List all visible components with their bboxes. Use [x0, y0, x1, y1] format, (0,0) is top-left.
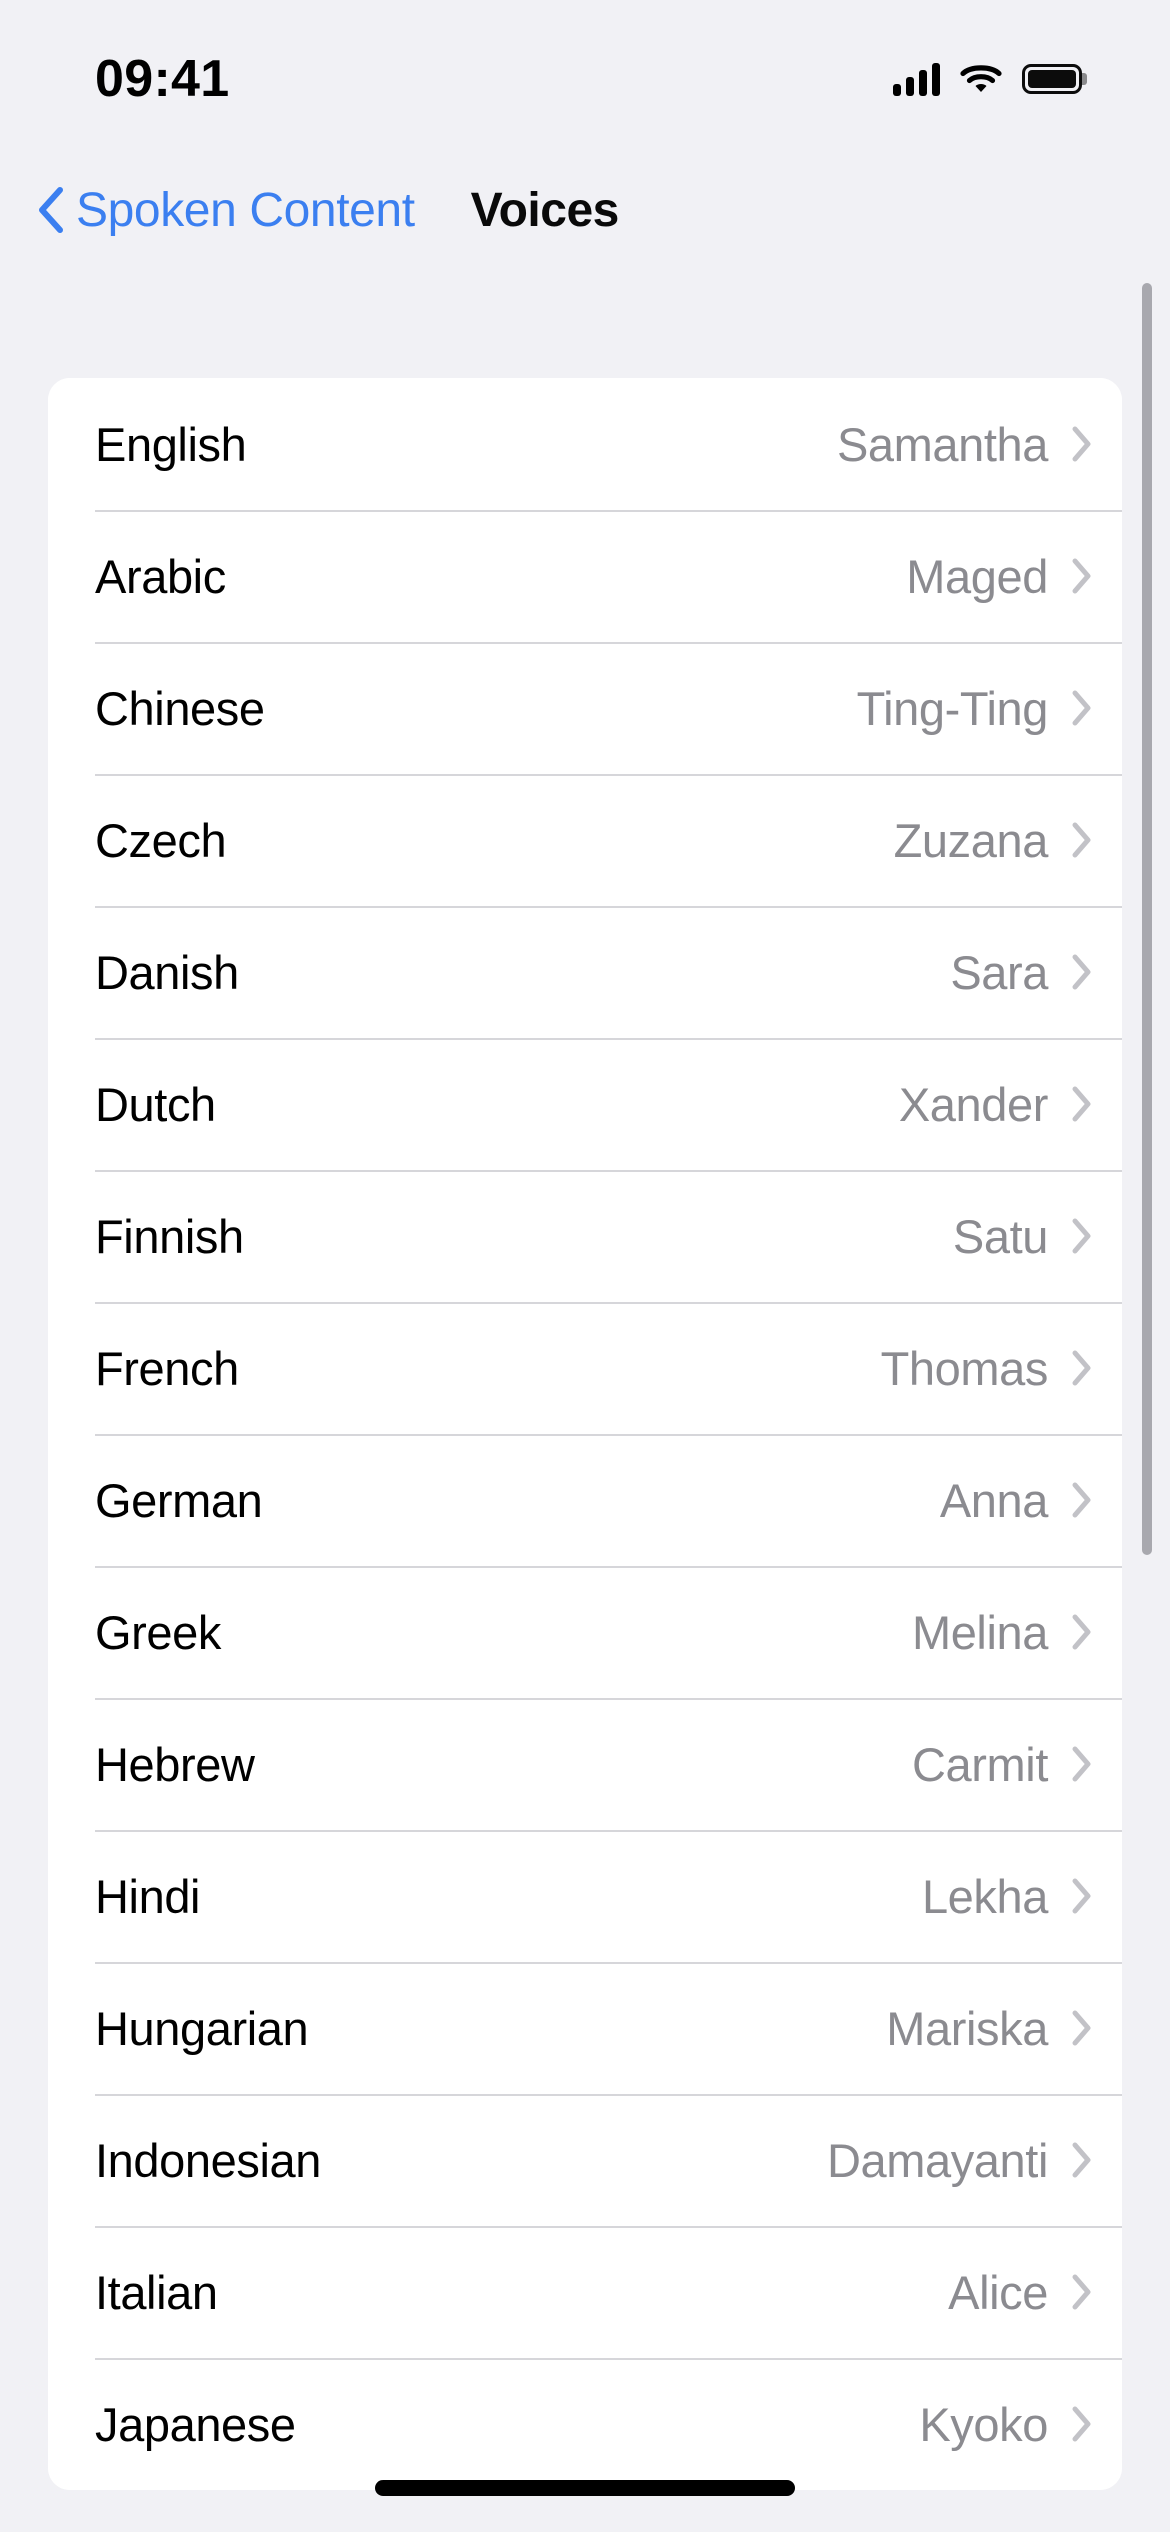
- voice-row-danish[interactable]: Danish Sara: [48, 906, 1122, 1038]
- voice-row-german[interactable]: German Anna: [48, 1434, 1122, 1566]
- voice-row-voice: Kyoko: [919, 2397, 1048, 2451]
- voice-row-hindi[interactable]: Hindi Lekha: [48, 1830, 1122, 1962]
- voice-row-voice: Ting-Ting: [856, 681, 1049, 735]
- voice-row-voice: Samantha: [836, 417, 1048, 471]
- voice-row-language: Finnish: [95, 1209, 244, 1263]
- chevron-right-icon: [1072, 2274, 1092, 2310]
- voice-row-language: Indonesian: [95, 2133, 321, 2187]
- voice-row-language: English: [95, 417, 247, 471]
- voice-row-language: Chinese: [95, 681, 265, 735]
- vertical-scrollbar[interactable]: [1142, 283, 1152, 1555]
- chevron-right-icon: [1072, 1878, 1092, 1914]
- voice-row-hebrew[interactable]: Hebrew Carmit: [48, 1698, 1122, 1830]
- voice-row-greek[interactable]: Greek Melina: [48, 1566, 1122, 1698]
- voice-row-finnish[interactable]: Finnish Satu: [48, 1170, 1122, 1302]
- battery-full-icon: [1022, 64, 1082, 94]
- home-indicator-area: [0, 2462, 1170, 2532]
- voice-row-english[interactable]: English Samantha: [48, 378, 1122, 510]
- status-bar: 09:41: [0, 0, 1170, 140]
- voice-row-dutch[interactable]: Dutch Xander: [48, 1038, 1122, 1170]
- chevron-right-icon: [1072, 822, 1092, 858]
- chevron-right-icon: [1072, 426, 1092, 462]
- voice-row-voice: Xander: [898, 1077, 1049, 1131]
- voice-row-language: Czech: [95, 813, 227, 867]
- voice-row-voice: Melina: [911, 1605, 1048, 1659]
- voice-row-arabic[interactable]: Arabic Maged: [48, 510, 1122, 642]
- voice-row-voice: Sara: [950, 945, 1048, 999]
- status-bar-time: 09:41: [95, 50, 230, 108]
- page-title: Voices: [470, 183, 620, 237]
- voice-row-voice: Damayanti: [826, 2133, 1048, 2187]
- voice-row-language: Japanese: [95, 2397, 296, 2451]
- voice-row-language: German: [95, 1473, 263, 1527]
- voice-row-voice: Zuzana: [893, 813, 1049, 867]
- wifi-icon: [960, 63, 1002, 95]
- voices-list: English Samantha Arabic Maged Chinese Ting-Ti…: [48, 378, 1122, 2490]
- back-button[interactable]: Spoken Content: [28, 183, 425, 238]
- chevron-left-icon: [38, 187, 64, 233]
- chevron-right-icon: [1072, 2010, 1092, 2046]
- chevron-right-icon: [1072, 2406, 1092, 2442]
- chevron-right-icon: [1072, 1350, 1092, 1386]
- home-indicator[interactable]: [375, 2480, 795, 2496]
- voice-row-language: French: [95, 1341, 239, 1395]
- voice-row-hungarian[interactable]: Hungarian Mariska: [48, 1962, 1122, 2094]
- voice-row-voice: Satu: [952, 1209, 1048, 1263]
- chevron-right-icon: [1072, 1746, 1092, 1782]
- voice-row-language: Hindi: [95, 1869, 201, 1923]
- voice-row-voice: Maged: [906, 549, 1048, 603]
- chevron-right-icon: [1072, 1614, 1092, 1650]
- chevron-right-icon: [1072, 690, 1092, 726]
- voice-row-language: Danish: [95, 945, 239, 999]
- chevron-right-icon: [1072, 558, 1092, 594]
- voice-row-language: Dutch: [95, 1077, 216, 1131]
- voice-row-indonesian[interactable]: Indonesian Damayanti: [48, 2094, 1122, 2226]
- chevron-right-icon: [1072, 1086, 1092, 1122]
- chevron-right-icon: [1072, 954, 1092, 990]
- cellular-signal-icon: [893, 62, 940, 96]
- voice-row-language: Hebrew: [95, 1737, 255, 1791]
- navigation-bar: Spoken Content Voices: [0, 155, 1170, 265]
- voice-row-language: Italian: [95, 2265, 218, 2319]
- chevron-right-icon: [1072, 2142, 1092, 2178]
- voice-row-language: Arabic: [95, 549, 226, 603]
- back-button-label: Spoken Content: [76, 183, 415, 237]
- voice-row-language: Hungarian: [95, 2001, 309, 2055]
- voice-row-voice: Alice: [948, 2265, 1048, 2319]
- voice-row-voice: Mariska: [886, 2001, 1048, 2055]
- voice-row-voice: Carmit: [912, 1737, 1048, 1791]
- voice-row-italian[interactable]: Italian Alice: [48, 2226, 1122, 2358]
- voice-row-voice: Thomas: [880, 1341, 1049, 1395]
- voice-row-voice: Anna: [939, 1473, 1049, 1527]
- chevron-right-icon: [1072, 1482, 1092, 1518]
- voice-row-chinese[interactable]: Chinese Ting-Ting: [48, 642, 1122, 774]
- voice-row-czech[interactable]: Czech Zuzana: [48, 774, 1122, 906]
- voice-row-french[interactable]: French Thomas: [48, 1302, 1122, 1434]
- chevron-right-icon: [1072, 1218, 1092, 1254]
- voice-row-language: Greek: [95, 1605, 221, 1659]
- voice-row-voice: Lekha: [921, 1869, 1048, 1923]
- status-bar-indicators: [893, 62, 1082, 96]
